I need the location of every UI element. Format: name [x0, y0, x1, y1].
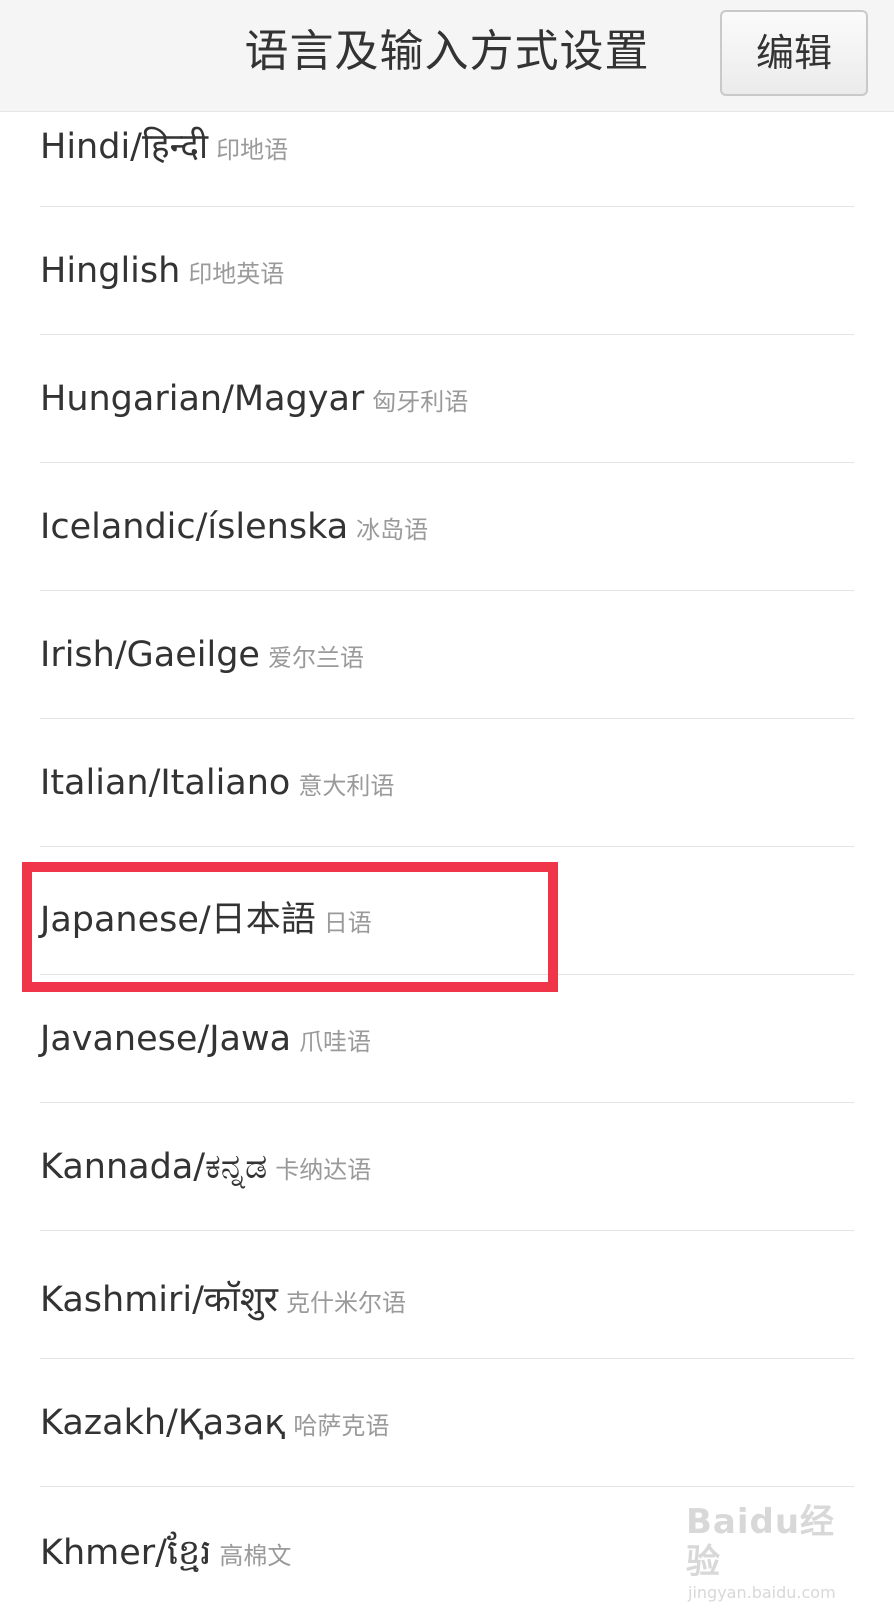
language-chinese-name: 爪哇语 [299, 1028, 372, 1056]
language-name: Irish/Gaeilge [40, 635, 260, 675]
language-name: Hindi/हिन्दी [40, 127, 209, 167]
list-item-japanese[interactable]: Japanese/日本語 日语 [0, 847, 894, 977]
header-bar: 语言及输入方式设置 编辑 [0, 0, 894, 112]
edit-button[interactable]: 编辑 [720, 10, 868, 96]
language-name: Japanese/日本語 [40, 900, 316, 940]
language-chinese-name: 冰岛语 [356, 516, 429, 544]
watermark-logo: Baidu经验 [686, 1502, 836, 1582]
language-name: Hungarian/Magyar [40, 379, 365, 419]
list-item-kannada[interactable]: Kannada/ಕನ್ನಡ 卡纳达语 [0, 1103, 894, 1233]
baidu-jingyan-watermark: Baidu经验 jingyan.baidu.com [686, 1502, 856, 1602]
language-name: Khmer/ខ្មែរ [40, 1533, 212, 1573]
language-chinese-name: 匈牙利语 [372, 388, 469, 416]
language-chinese-name: 卡纳达语 [275, 1156, 372, 1184]
language-name: Kannada/ಕನ್ನಡ [40, 1147, 268, 1187]
watermark-url: jingyan.baidu.com [688, 1583, 836, 1602]
language-chinese-name: 爱尔兰语 [267, 644, 364, 672]
list-item-javanese[interactable]: Javanese/Jawa 爪哇语 [0, 975, 894, 1105]
list-item-kashmiri[interactable]: Kashmiri/कॉशुर 克什米尔语 [0, 1231, 894, 1361]
list-item-hinglish[interactable]: Hinglish 印地英语 [0, 207, 894, 337]
language-chinese-name: 意大利语 [298, 772, 395, 800]
language-chinese-name: 日语 [323, 909, 372, 937]
list-item-hungarian[interactable]: Hungarian/Magyar 匈牙利语 [0, 335, 894, 465]
list-item-irish[interactable]: Irish/Gaeilge 爱尔兰语 [0, 591, 894, 721]
language-chinese-name: 印地英语 [188, 260, 285, 288]
language-chinese-name: 高棉文 [219, 1542, 292, 1570]
language-chinese-name: 印地语 [216, 136, 289, 164]
language-chinese-name: 克什米尔语 [286, 1289, 406, 1317]
language-name: Italian/Italiano [40, 763, 291, 803]
language-chinese-name: 哈萨克语 [293, 1412, 390, 1440]
list-item-icelandic[interactable]: Icelandic/íslenska 冰岛语 [0, 463, 894, 593]
language-name: Hinglish [40, 251, 181, 291]
language-name: Kazakh/Қазақ [40, 1403, 286, 1443]
list-item-kazakh[interactable]: Kazakh/Қазақ 哈萨克语 [0, 1359, 894, 1489]
list-item-italian[interactable]: Italian/Italiano 意大利语 [0, 719, 894, 849]
language-name: Kashmiri/कॉशुर [40, 1280, 278, 1320]
language-name: Javanese/Jawa [40, 1019, 292, 1059]
language-name: Icelandic/íslenska [40, 507, 349, 547]
